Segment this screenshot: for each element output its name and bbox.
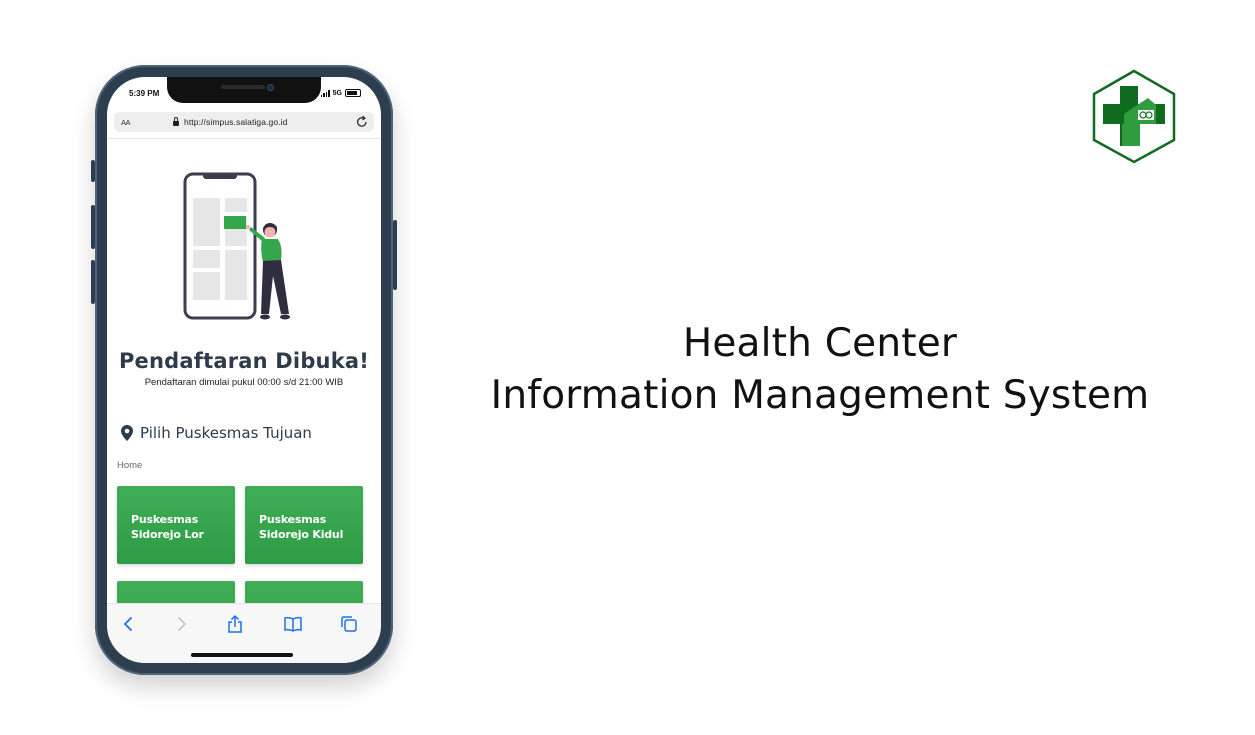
card-label-line2: Sidorejo Lor [131, 528, 204, 541]
phone-screen: 5:39 PM 5G AA http://simpus.salatiga.go.… [107, 77, 381, 663]
phone-mockup: 5:39 PM 5G AA http://simpus.salatiga.go.… [91, 65, 397, 675]
reload-icon[interactable] [355, 115, 369, 129]
hero-line-2: Information Management System [490, 373, 1150, 418]
puskesmas-card-sidorejo-lor[interactable]: Puskesmas Sidorejo Lor [117, 486, 235, 564]
volume-up-button [91, 205, 95, 249]
home-indicator [191, 653, 293, 657]
card-label-line2: Sidorejo Kidul [259, 528, 344, 541]
volume-down-button [91, 260, 95, 304]
hero-line-1: Health Center [682, 321, 958, 366]
notch [167, 77, 321, 103]
tabs-icon[interactable] [339, 614, 359, 634]
hero-headline: Health Center Information Management Sys… [470, 318, 1170, 422]
back-icon[interactable] [119, 614, 139, 634]
status-time: 5:39 PM [129, 89, 160, 98]
share-icon[interactable] [225, 614, 245, 634]
front-camera [267, 84, 274, 91]
card-label-line1: Puskesmas [131, 513, 199, 526]
signal-icon [320, 90, 330, 97]
registration-hours: Pendaftaran dimulai pukul 00:00 s/d 21:0… [144, 377, 344, 388]
forward-icon[interactable] [171, 614, 191, 634]
bookmarks-icon[interactable] [283, 614, 303, 634]
url-text[interactable]: http://simpus.salatiga.go.id [184, 117, 287, 127]
map-pin-icon [121, 425, 133, 441]
location-heading: Pilih Puskesmas Tujuan [121, 424, 312, 442]
puskesmas-logo [1092, 69, 1176, 164]
page-title: Pendaftaran Dibuka! [118, 349, 370, 373]
power-button [393, 220, 397, 290]
address-bar[interactable]: AA http://simpus.salatiga.go.id [114, 112, 374, 132]
text-size-button[interactable]: AA [121, 118, 131, 127]
location-heading-text: Pilih Puskesmas Tujuan [140, 424, 312, 442]
status-indicators: 5G [320, 89, 361, 97]
mute-switch [91, 160, 95, 182]
puskesmas-card-sidorejo-kidul[interactable]: Puskesmas Sidorejo Kidul [245, 486, 363, 564]
card-label-line1: Puskesmas [259, 513, 327, 526]
network-label: 5G [332, 89, 342, 97]
registration-illustration [183, 172, 290, 320]
divider [107, 138, 381, 139]
battery-icon [345, 89, 361, 97]
lock-icon [173, 116, 180, 126]
speaker [221, 85, 265, 89]
breadcrumb[interactable]: Home [117, 460, 142, 471]
